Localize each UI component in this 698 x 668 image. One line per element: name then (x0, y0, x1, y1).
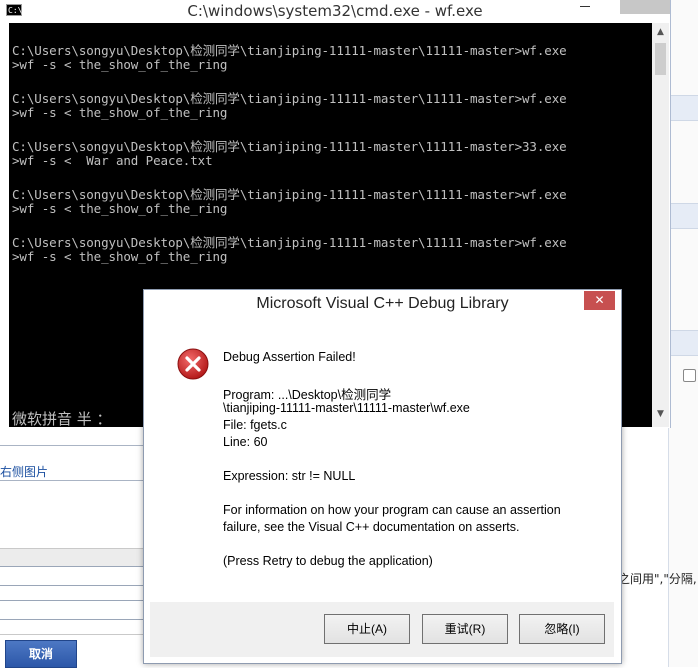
console-line: >wf -s < the_show_of_the_ring (12, 57, 228, 72)
scroll-up-icon[interactable]: ▲ (652, 27, 669, 37)
abort-button[interactable]: 中止(A) (324, 614, 410, 644)
page-right-hint: 之间用","分隔, (618, 572, 697, 586)
cmd-window-title: C:\windows\system32\cmd.exe - wf.exe (187, 2, 483, 20)
console-line: >wf -s < the_show_of_the_ring (12, 249, 228, 264)
file-line: File: fgets.c (223, 418, 287, 432)
page-divider (0, 445, 145, 446)
page-checkbox[interactable] (683, 369, 696, 382)
scroll-thumb[interactable] (655, 43, 666, 75)
page-right-band (669, 330, 698, 356)
console-line: >wf -s < the_show_of_the_ring (12, 201, 228, 216)
console-line: >wf -s < the_show_of_the_ring (12, 105, 228, 120)
debug-assertion-dialog: Microsoft Visual C++ Debug Library ✕ Deb… (143, 289, 622, 664)
page-divider (0, 480, 145, 481)
scroll-down-icon[interactable]: ▼ (652, 409, 669, 419)
maximize-button[interactable] (620, 0, 670, 14)
page-right-band (669, 95, 698, 121)
retry-button[interactable]: 重试(R) (422, 614, 508, 644)
close-button[interactable]: ✕ (584, 291, 615, 310)
dialog-title: Microsoft Visual C++ Debug Library (256, 295, 509, 312)
page-text-field[interactable] (0, 566, 146, 586)
expression-line: Expression: str != NULL (223, 469, 356, 483)
dialog-titlebar[interactable]: Microsoft Visual C++ Debug Library ✕ (144, 290, 621, 319)
retry-hint: (Press Retry to debug the application) (223, 554, 433, 568)
ignore-button[interactable]: 忽略(I) (519, 614, 605, 644)
info-line: failure, see the Visual C++ documentatio… (223, 520, 520, 534)
dialog-content: Debug Assertion Failed! Program: ...\Des… (150, 320, 614, 657)
console-scrollbar[interactable]: ▲ ▼ (652, 23, 669, 427)
right-picture-link[interactable]: 右侧图片 (0, 463, 48, 480)
ime-status: 微软拼音 半 ： (12, 410, 112, 427)
console-line: >wf -s < War and Peace.txt (12, 153, 213, 168)
info-line: For information on how your program can … (223, 503, 561, 517)
error-icon (177, 348, 209, 380)
page-text-field[interactable] (0, 600, 146, 620)
program-path-line2: \tianjiping-11111-master\11111-master\wf… (223, 401, 470, 415)
assertion-heading: Debug Assertion Failed! (223, 350, 356, 364)
line-number: Line: 60 (223, 435, 268, 449)
dialog-message-area: Debug Assertion Failed! Program: ...\Des… (150, 320, 614, 602)
page-divider (0, 634, 145, 635)
minimize-icon[interactable] (580, 6, 590, 7)
page-right-band (669, 203, 698, 229)
dialog-button-bar: 中止(A) 重试(R) 忽略(I) (150, 602, 614, 657)
cmd-titlebar[interactable]: C:\ C:\windows\system32\cmd.exe - wf.exe (0, 0, 670, 22)
page-gray-band (0, 548, 145, 567)
cancel-button[interactable]: 取消 (5, 640, 77, 668)
